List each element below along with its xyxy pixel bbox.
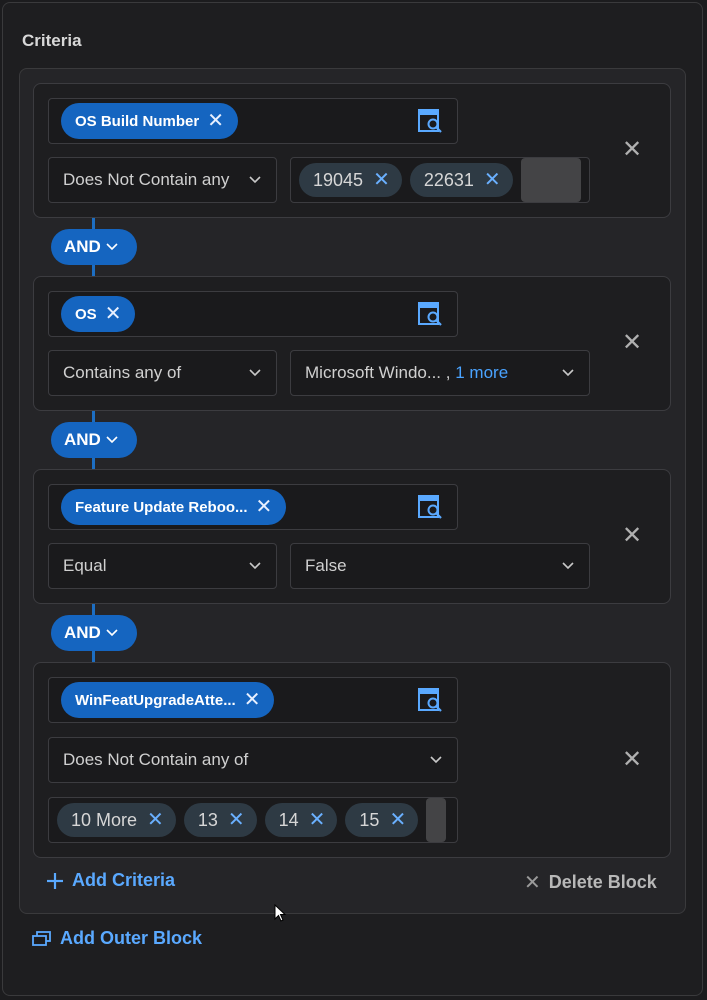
add-criteria-button[interactable]: Add Criteria xyxy=(46,870,175,891)
close-icon[interactable]: ✕ xyxy=(484,170,501,190)
value-select-label: False xyxy=(305,556,347,575)
chevron-down-icon xyxy=(562,562,574,570)
operator-value: Does Not Contain any of xyxy=(63,750,249,769)
values-input[interactable]: 10 More ✕ 13 ✕ 14 ✕ 15 ✕ xyxy=(48,797,458,843)
add-criteria-label: Add Criteria xyxy=(72,870,176,890)
close-icon[interactable]: ✕ xyxy=(147,810,164,830)
close-icon[interactable]: ✕ xyxy=(207,111,224,131)
operator-select[interactable]: Equal xyxy=(48,543,277,589)
chevron-down-icon xyxy=(249,176,261,184)
value-separator: , xyxy=(445,363,451,382)
delete-block-label: Delete Block xyxy=(548,872,657,892)
value-select-text: Microsoft Windo... , 1 more xyxy=(305,363,508,383)
field-chip[interactable]: WinFeatUpgradeAtte... ✕ xyxy=(61,682,275,718)
chevron-down-icon xyxy=(430,756,442,764)
add-block-icon xyxy=(32,930,51,946)
panel-title: Criteria xyxy=(22,31,82,50)
field-lookup-icon[interactable] xyxy=(417,687,443,713)
close-icon[interactable]: ✕ xyxy=(309,810,326,830)
field-chip-label: WinFeatUpgradeAtte... xyxy=(75,691,236,709)
value-chip-label: 14 xyxy=(278,809,299,830)
value-chip[interactable]: 22631 ✕ xyxy=(409,163,513,197)
close-icon: ✕ xyxy=(524,872,541,894)
close-icon[interactable]: ✕ xyxy=(228,810,245,830)
chevron-down-icon xyxy=(106,243,118,251)
value-chip[interactable]: 14 ✕ xyxy=(264,803,338,837)
value-chip-label: 13 xyxy=(197,809,218,830)
value-chip-label: 22631 xyxy=(423,169,474,190)
field-selector[interactable]: WinFeatUpgradeAtte... ✕ xyxy=(48,677,458,723)
operator-value: Does Not Contain any xyxy=(63,170,230,189)
close-icon[interactable]: ✕ xyxy=(622,138,642,162)
field-chip-label: OS xyxy=(75,305,97,323)
value-select[interactable]: Microsoft Windo... , 1 more xyxy=(290,350,590,396)
more-values-link[interactable]: 1 more xyxy=(455,363,508,382)
and-operator-button[interactable]: AND xyxy=(51,229,137,265)
criterion-row: OS ✕ Contains any of Microsoft Windo... … xyxy=(33,276,671,411)
criterion-row: WinFeatUpgradeAtte... ✕ Does Not Contain… xyxy=(33,662,671,858)
chevron-down-icon xyxy=(249,562,261,570)
field-selector[interactable]: OS ✕ xyxy=(48,291,458,337)
close-icon[interactable]: ✕ xyxy=(256,497,273,517)
close-icon[interactable]: ✕ xyxy=(622,524,642,548)
value-chip-label: 19045 xyxy=(313,169,364,190)
field-lookup-icon[interactable] xyxy=(417,108,443,134)
operator-select[interactable]: Contains any of xyxy=(48,350,277,396)
operator-select[interactable]: Does Not Contain any xyxy=(48,157,277,203)
field-selector[interactable]: OS Build Number ✕ xyxy=(48,98,458,144)
field-chip[interactable]: Feature Update Reboo... ✕ xyxy=(61,489,287,525)
value-chip-label: 10 More xyxy=(71,809,138,830)
operator-select[interactable]: Does Not Contain any of xyxy=(48,737,458,783)
operator-value: Contains any of xyxy=(63,363,182,382)
value-select-label: Microsoft Windo... xyxy=(305,363,442,382)
field-lookup-icon[interactable] xyxy=(417,301,443,327)
chevron-down-icon xyxy=(106,629,118,637)
field-chip[interactable]: OS ✕ xyxy=(61,296,136,332)
input-caret-area[interactable] xyxy=(426,798,447,842)
criterion-row: OS Build Number ✕ Does Not Contain any 1… xyxy=(33,83,671,218)
value-select[interactable]: False xyxy=(290,543,590,589)
and-label: AND xyxy=(64,237,101,256)
field-lookup-icon[interactable] xyxy=(417,494,443,520)
close-icon[interactable]: ✕ xyxy=(105,304,122,324)
close-icon[interactable]: ✕ xyxy=(622,331,642,355)
delete-block-button[interactable]: ✕ Delete Block xyxy=(524,870,657,895)
input-caret-area[interactable] xyxy=(520,158,581,202)
field-chip[interactable]: OS Build Number ✕ xyxy=(61,103,238,139)
field-chip-label: Feature Update Reboo... xyxy=(75,498,248,516)
and-label: AND xyxy=(64,623,101,642)
and-label: AND xyxy=(64,430,101,449)
chevron-down-icon xyxy=(249,369,261,377)
add-outer-block-label: Add Outer Block xyxy=(60,928,203,948)
close-icon[interactable]: ✕ xyxy=(373,170,390,190)
mouse-cursor-icon xyxy=(274,904,286,922)
value-chip-label: 15 xyxy=(359,809,380,830)
close-icon[interactable]: ✕ xyxy=(244,690,261,710)
add-outer-block-button[interactable]: Add Outer Block xyxy=(32,928,202,949)
field-selector[interactable]: Feature Update Reboo... ✕ xyxy=(48,484,458,530)
and-operator-button[interactable]: AND xyxy=(51,422,137,458)
operator-value: Equal xyxy=(63,556,107,575)
values-input[interactable]: 19045 ✕ 22631 ✕ xyxy=(290,157,590,203)
value-chip[interactable]: 10 More ✕ xyxy=(57,803,176,837)
field-chip-label: OS Build Number xyxy=(75,112,200,130)
value-chip[interactable]: 19045 ✕ xyxy=(299,163,402,197)
criterion-row: Feature Update Reboo... ✕ Equal False ✕ xyxy=(33,469,671,604)
value-chip[interactable]: 13 ✕ xyxy=(183,803,257,837)
value-chip[interactable]: 15 ✕ xyxy=(345,803,419,837)
close-icon[interactable]: ✕ xyxy=(622,748,642,772)
chevron-down-icon xyxy=(106,436,118,444)
close-icon[interactable]: ✕ xyxy=(389,810,406,830)
chevron-down-icon xyxy=(562,369,574,377)
plus-icon xyxy=(47,872,63,889)
and-operator-button[interactable]: AND xyxy=(51,615,137,651)
